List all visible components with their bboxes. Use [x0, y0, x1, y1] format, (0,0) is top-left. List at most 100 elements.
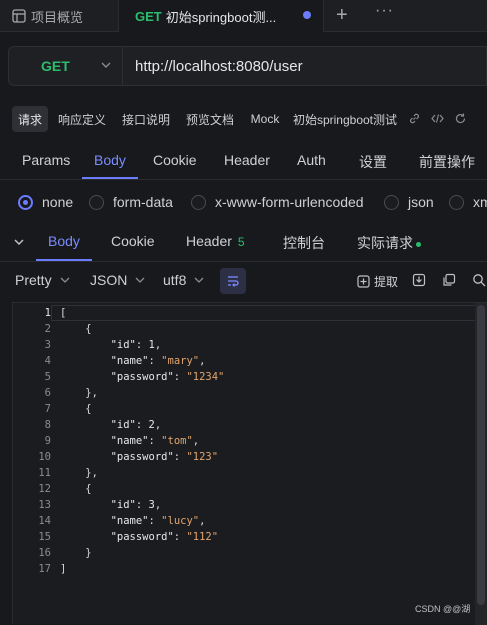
code-token: }: [60, 547, 92, 559]
code-token: "112": [186, 531, 219, 543]
code-line: [: [60, 305, 224, 321]
radio-circle-icon: [449, 194, 464, 210]
header-count-badge: 5: [237, 235, 245, 249]
radio-form-data[interactable]: form-data: [89, 194, 173, 210]
top-tab-bar: 项目概览 GET 初始springboot测... + ···: [0, 0, 487, 32]
tab-body[interactable]: Body: [94, 152, 126, 168]
code-line: "id": 1,: [60, 337, 224, 353]
code-token: [: [60, 307, 67, 319]
resp-tab-body[interactable]: Body: [48, 233, 80, 249]
response-body-editor[interactable]: 1 2 3 4 5 6 7 8 9 10 11 12 13 14 15 16 17 [ { "id": 1, "…: [12, 302, 487, 625]
code-token: ,: [199, 355, 206, 367]
code-token: :: [135, 339, 149, 351]
more-dots-icon[interactable]: ···: [375, 2, 394, 20]
code-line: }: [60, 545, 224, 561]
code-token: "name": [110, 515, 149, 527]
radio-none[interactable]: none: [18, 194, 73, 210]
line-number: 7: [44, 403, 51, 415]
code-token: "name": [110, 435, 149, 447]
watermark: CSDN @@湖: [415, 604, 471, 614]
body-type-radios: none form-data x-www-form-urlencoded jso…: [0, 190, 487, 216]
code-token: :: [173, 451, 187, 463]
code-token: :: [173, 371, 187, 383]
code-token: "tom": [161, 435, 193, 447]
chevron-down-icon: [101, 62, 111, 68]
code-line: ]: [60, 561, 224, 577]
code-token: "123": [186, 451, 219, 463]
code-icon[interactable]: [431, 112, 444, 125]
tab-method: GET: [135, 8, 162, 24]
radio-x-www-form-urlencoded[interactable]: x-www-form-urlencoded: [191, 194, 364, 210]
code-token: ,: [192, 435, 200, 447]
language-select[interactable]: JSON: [90, 272, 145, 288]
url-bar: GET: [8, 46, 487, 86]
radio-form-data-label: form-data: [113, 194, 173, 210]
tab-header[interactable]: Header: [224, 152, 270, 168]
code-content: [ { "id": 1, "name": "mary", "password":…: [60, 305, 224, 577]
code-line: },: [60, 385, 224, 401]
radio-json[interactable]: json: [384, 194, 434, 210]
chevron-down-icon: [60, 277, 70, 283]
scrollbar-thumb[interactable]: [477, 305, 485, 605]
resp-tab-header[interactable]: Header 5: [186, 233, 245, 249]
new-tab-plus-icon[interactable]: +: [336, 4, 348, 27]
resp-tab-console[interactable]: 控制台: [283, 233, 325, 253]
code-token: ,: [154, 499, 162, 511]
tab-cookie[interactable]: Cookie: [153, 152, 197, 168]
code-token: "lucy": [161, 515, 200, 527]
extract-button[interactable]: 提取: [357, 273, 398, 290]
code-token: :: [148, 515, 162, 527]
doc-tab-preview-doc[interactable]: 预览文档: [182, 106, 238, 132]
tab-settings[interactable]: 设置: [359, 152, 387, 172]
tab-auth[interactable]: Auth: [297, 152, 326, 168]
doc-tab-response-definition[interactable]: 响应定义: [54, 106, 110, 132]
vertical-scrollbar[interactable]: [475, 303, 487, 625]
doc-tab-api-description[interactable]: 接口说明: [118, 106, 174, 132]
doc-tab-request[interactable]: 请求: [12, 106, 48, 132]
line-number: 4: [44, 355, 51, 367]
doc-tab-mock[interactable]: Mock: [246, 106, 284, 132]
tab-params[interactable]: Params: [22, 152, 70, 168]
tab-active-request[interactable]: GET 初始springboot测...: [118, 0, 324, 32]
radio-circle-icon: [384, 194, 399, 210]
tab-project-overview[interactable]: 项目概览: [0, 0, 118, 32]
radio-urlencoded-label: x-www-form-urlencoded: [215, 194, 364, 210]
unsaved-dot-icon: [303, 11, 311, 19]
code-line: "id": 2,: [60, 417, 224, 433]
tab-pre-operations[interactable]: 前置操作: [419, 152, 475, 172]
radio-json-label: json: [408, 194, 434, 210]
copy-icon[interactable]: [442, 273, 456, 287]
line-number: 5: [44, 371, 51, 383]
download-icon[interactable]: [412, 273, 426, 287]
extract-icon: [357, 275, 370, 288]
format-select[interactable]: Pretty: [15, 272, 70, 288]
search-icon[interactable]: [472, 273, 486, 287]
word-wrap-button[interactable]: [220, 268, 246, 294]
line-number: 10: [38, 451, 51, 463]
code-token: },: [60, 467, 98, 479]
line-number: 3: [44, 339, 51, 351]
code-token: "1234": [186, 371, 225, 383]
radio-xml[interactable]: xm: [449, 194, 487, 210]
method-select[interactable]: GET: [9, 47, 123, 85]
collapse-chevron-icon[interactable]: [13, 236, 25, 248]
code-token: "password": [110, 531, 174, 543]
encoding-select[interactable]: utf8: [163, 272, 204, 288]
code-line: "password": "112": [60, 529, 224, 545]
url-input[interactable]: [133, 56, 473, 76]
active-tab-underline: [82, 177, 138, 179]
resp-tab-cookie[interactable]: Cookie: [111, 233, 155, 249]
link-icon[interactable]: [408, 112, 421, 125]
doc-tab-api-name[interactable]: 初始springboot测试: [289, 106, 401, 132]
method-value: GET: [41, 58, 70, 74]
code-line: "name": "lucy",: [60, 513, 224, 529]
line-number: 11: [38, 467, 51, 479]
response-tabs: Body Cookie Header 5 控制台 实际请求: [0, 224, 487, 262]
resp-tab-actual-request[interactable]: 实际请求: [357, 233, 421, 253]
refresh-icon[interactable]: [454, 112, 467, 125]
code-token: "id": [110, 339, 136, 351]
code-line: {: [60, 321, 224, 337]
